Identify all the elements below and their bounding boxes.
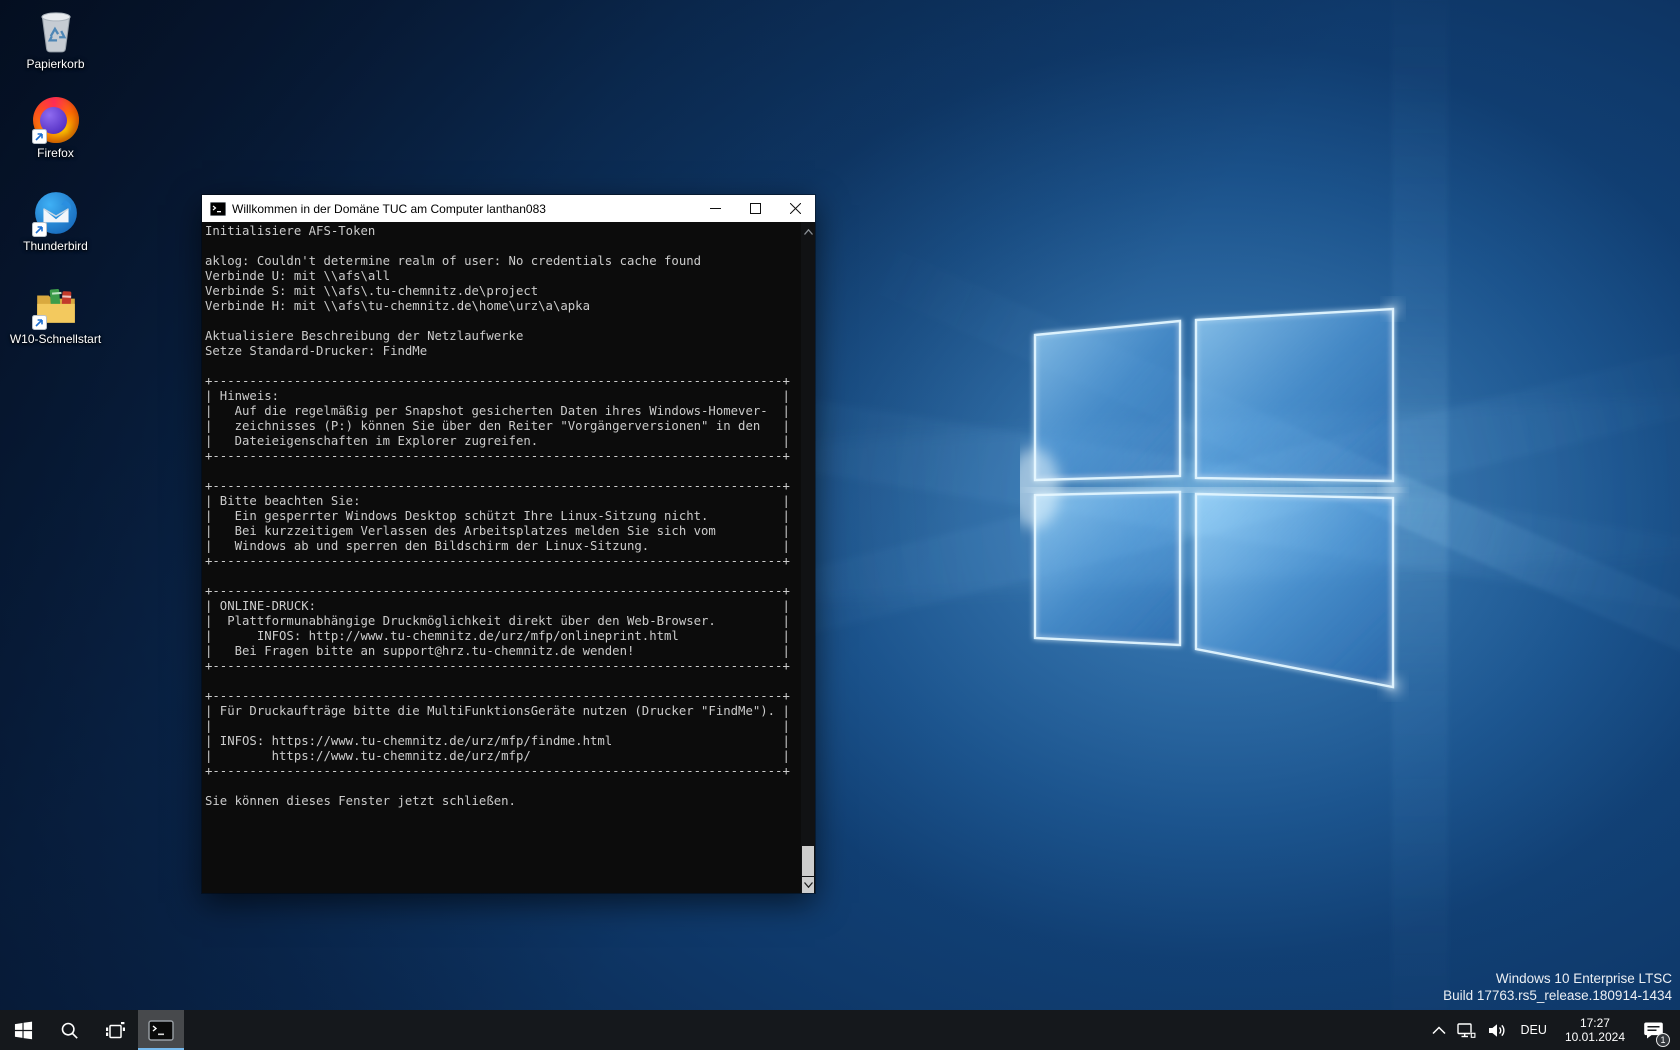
desktop-icon-thunderbird[interactable]: Thunderbird	[7, 190, 104, 253]
search-icon	[60, 1021, 79, 1040]
windows-logo-wallpaper	[1020, 293, 1410, 708]
action-center-button[interactable]: 1	[1634, 1010, 1676, 1050]
desktop-icon-label: W10-Schnellstart	[7, 332, 104, 346]
shortcut-arrow-icon	[32, 222, 47, 237]
watermark-line1: Windows 10 Enterprise LTSC	[1443, 970, 1672, 987]
tray-date: 10.01.2024	[1565, 1030, 1625, 1044]
keyboard-language-button[interactable]: DEU	[1512, 1010, 1556, 1050]
taskbar-app-cmd[interactable]	[138, 1010, 184, 1050]
console-body: Initialisiere AFS-Token aklog: Couldn't …	[202, 222, 815, 893]
tray-time: 17:27	[1565, 1016, 1625, 1030]
tray-overflow-button[interactable]	[1426, 1010, 1452, 1050]
chevron-up-icon	[1432, 1026, 1446, 1035]
recycle-bin-icon	[33, 8, 79, 54]
windows-edition-watermark: Windows 10 Enterprise LTSC Build 17763.r…	[1443, 970, 1672, 1004]
desktop-icon-label: Thunderbird	[7, 239, 104, 253]
system-tray: DEU 17:27 10.01.2024 1	[1426, 1010, 1676, 1050]
scrollbar-down-icon[interactable]	[802, 877, 814, 893]
start-button[interactable]	[0, 1010, 46, 1050]
scrollbar-up-icon[interactable]	[801, 225, 815, 239]
console-scrollbar[interactable]	[801, 222, 815, 893]
search-button[interactable]	[46, 1010, 92, 1050]
speaker-icon	[1488, 1023, 1506, 1038]
maximize-button[interactable]	[735, 195, 775, 222]
ethernet-icon	[1457, 1022, 1476, 1039]
shortcut-arrow-icon	[32, 315, 47, 330]
desktop-icon-w10-schnellstart[interactable]: W10-Schnellstart	[7, 283, 104, 346]
task-view-icon	[105, 1021, 125, 1040]
notification-count-badge: 1	[1656, 1033, 1670, 1047]
watermark-line2: Build 17763.rs5_release.180914-1434	[1443, 987, 1672, 1004]
volume-button[interactable]	[1482, 1010, 1512, 1050]
window-title: Willkommen in der Domäne TUC am Computer…	[232, 202, 695, 216]
task-view-button[interactable]	[92, 1010, 138, 1050]
console-output[interactable]: Initialisiere AFS-Token aklog: Couldn't …	[202, 222, 815, 809]
cmd-icon	[148, 1020, 174, 1041]
windows-start-icon	[14, 1021, 33, 1040]
desktop-icon-label: Papierkorb	[7, 57, 104, 71]
minimize-button[interactable]	[695, 195, 735, 222]
clock[interactable]: 17:27 10.01.2024	[1556, 1010, 1634, 1050]
close-button[interactable]	[775, 195, 815, 222]
network-status-button[interactable]	[1452, 1010, 1482, 1050]
console-titlebar[interactable]: Willkommen in der Domäne TUC am Computer…	[202, 195, 815, 222]
console-window: Willkommen in der Domäne TUC am Computer…	[202, 195, 815, 893]
cmd-icon	[210, 202, 226, 216]
desktop-icon-recycle-bin[interactable]: Papierkorb	[7, 8, 104, 71]
scrollbar-thumb[interactable]	[802, 846, 814, 876]
taskbar: DEU 17:27 10.01.2024 1	[0, 1010, 1680, 1050]
desktop-icon-firefox[interactable]: Firefox	[7, 97, 104, 160]
desktop-icon-label: Firefox	[7, 146, 104, 160]
shortcut-arrow-icon	[32, 129, 47, 144]
